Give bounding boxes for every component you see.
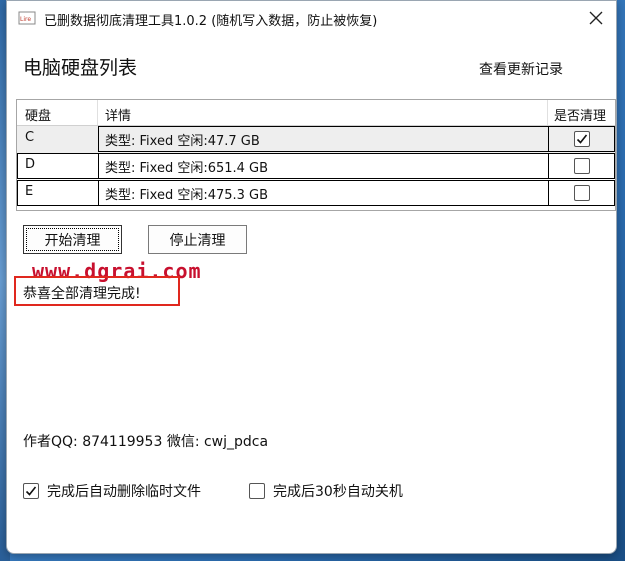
view-update-log-link[interactable]: 查看更新记录 xyxy=(479,59,563,79)
close-button[interactable] xyxy=(582,5,610,31)
table-header: 硬盘 详情 是否清理 xyxy=(17,100,615,126)
clean-checkbox-c[interactable] xyxy=(574,131,590,147)
drive-detail: 类型: Fixed 空闲:47.7 GB xyxy=(105,134,260,149)
status-message: 恭喜全部清理完成! xyxy=(23,286,141,302)
title-bar: Lire 已删数据彻底清理工具1.0.2 (随机写入数据，防止被恢复) xyxy=(7,1,616,35)
delete-temp-label: 完成后自动删除临时文件 xyxy=(47,484,201,500)
stop-clean-button[interactable]: 停止清理 xyxy=(148,225,247,254)
auto-shutdown-checkbox[interactable] xyxy=(249,483,265,499)
column-header-detail[interactable]: 详情 xyxy=(105,105,131,124)
app-icon: Lire xyxy=(18,11,36,25)
checkmark-icon xyxy=(576,134,588,144)
auto-shutdown-label: 完成后30秒自动关机 xyxy=(273,484,403,500)
drive-letter: E xyxy=(25,184,34,199)
author-info: 作者QQ: 874119953 微信: cwj_pdca xyxy=(23,434,269,450)
window-title: 已删数据彻底清理工具1.0.2 (随机写入数据，防止被恢复) xyxy=(44,14,378,29)
app-window: Lire 已删数据彻底清理工具1.0.2 (随机写入数据，防止被恢复) 电脑硬盘… xyxy=(6,0,617,554)
table-row[interactable]: D 类型: Fixed 空闲:651.4 GB xyxy=(17,153,615,180)
clean-checkbox-e[interactable] xyxy=(574,185,590,201)
drive-table: 硬盘 详情 是否清理 C 类型: Fixed 空闲:47.7 GB D 类型: … xyxy=(16,99,616,211)
delete-temp-checkbox[interactable] xyxy=(23,483,39,499)
option-auto-shutdown[interactable]: 完成后30秒自动关机 xyxy=(249,481,403,501)
drive-detail: 类型: Fixed 空闲:651.4 GB xyxy=(105,161,269,176)
table-row[interactable]: C 类型: Fixed 空闲:47.7 GB xyxy=(17,126,615,153)
page-title: 电脑硬盘列表 xyxy=(23,57,138,79)
drive-letter: C xyxy=(25,130,35,145)
option-delete-temp[interactable]: 完成后自动删除临时文件 xyxy=(23,481,201,501)
close-icon xyxy=(589,11,603,25)
drive-letter: D xyxy=(25,157,36,172)
checkmark-icon xyxy=(25,486,37,496)
clean-checkbox-d[interactable] xyxy=(574,158,590,174)
drive-detail: 类型: Fixed 空闲:475.3 GB xyxy=(105,188,269,203)
svg-text:Lire: Lire xyxy=(20,16,31,23)
table-row[interactable]: E 类型: Fixed 空闲:475.3 GB xyxy=(17,180,615,207)
column-header-clean[interactable]: 是否清理 xyxy=(554,105,606,124)
start-clean-button[interactable]: 开始清理 xyxy=(23,225,122,254)
column-header-drive[interactable]: 硬盘 xyxy=(25,105,51,124)
